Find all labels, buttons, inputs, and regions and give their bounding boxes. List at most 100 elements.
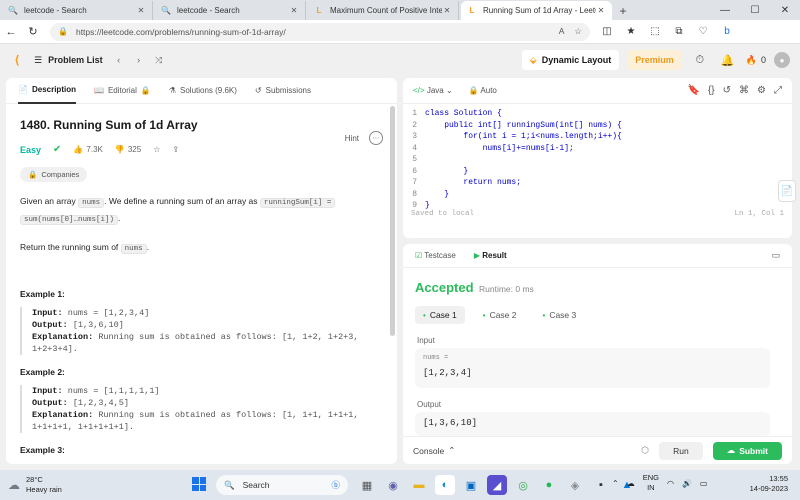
prev-problem-icon[interactable]: ‹ [111, 52, 127, 68]
browser-tab-4[interactable]: L Running Sum of 1d Array - LeetC ✕ [461, 1, 612, 20]
tab-submissions[interactable]: ↺ Submissions [255, 78, 311, 104]
url-bar[interactable]: 🔒 https://leetcode.com/problems/running-… [50, 22, 590, 41]
tab-solutions[interactable]: ⚗ Solutions (9.6K) [169, 78, 237, 104]
shuffle-icon[interactable]: ⤨ [151, 52, 167, 68]
back-icon[interactable]: ← [0, 21, 22, 43]
more-options-icon[interactable]: ⋯ [369, 131, 383, 145]
shortcut-icon[interactable]: ⌘ [739, 85, 749, 96]
close-window-icon[interactable]: ✕ [770, 0, 800, 20]
store-icon[interactable]: ▣ [461, 475, 481, 495]
sharex-icon[interactable]: ◈ [565, 475, 585, 495]
avatar[interactable]: ● [774, 52, 790, 68]
streak-count: 0 [760, 55, 766, 65]
windows-start-icon[interactable] [192, 477, 206, 491]
premium-button[interactable]: Premium [627, 50, 682, 70]
extensions-icon[interactable]: ⬚ [644, 21, 666, 43]
battery-icon[interactable]: ▭ [700, 479, 708, 488]
case-tab[interactable]: • Case 3 [535, 306, 585, 324]
new-tab-icon[interactable]: + [612, 1, 634, 20]
companies-tag[interactable]: 🔒 Companies [20, 167, 88, 182]
example-explanation-cont: 1+2+3+4]. [32, 344, 78, 354]
taskbar-search[interactable]: 🔍 Search ⓑ [216, 475, 348, 495]
result-status: Accepted [415, 280, 474, 295]
language-indicator[interactable]: ENG IN [643, 473, 659, 493]
reset-icon[interactable]: ↺ [723, 85, 731, 96]
leetcode-logo[interactable]: ⟨ [10, 53, 24, 67]
submit-button[interactable]: ☁ Submit [712, 441, 782, 460]
like-button[interactable]: 👍 7.3K [73, 145, 102, 154]
code-editor[interactable]: 1 class Solution { 2 public int[] running… [403, 104, 792, 220]
minimize-icon[interactable]: — [710, 0, 740, 20]
case-tab[interactable]: • Case 2 [475, 306, 525, 324]
tab-testcase[interactable]: ☑ Testcase [415, 251, 456, 260]
tab-result[interactable]: ▶ Result [474, 251, 507, 260]
thumbs-down-icon: 👎 [114, 145, 125, 154]
browser-tab-2[interactable]: 🔍 leetcode - Search ✕ [155, 1, 306, 20]
copilot-icon[interactable]: b [716, 21, 738, 43]
leetcode-icon: L [469, 6, 475, 15]
settings-icon[interactable]: ⚙ [757, 85, 766, 96]
wifi-icon[interactable]: ◠ [667, 479, 674, 488]
refresh-icon[interactable]: ↻ [22, 21, 44, 43]
share-icon[interactable]: ⇪ [172, 145, 179, 154]
close-tab-icon[interactable]: ✕ [289, 6, 299, 15]
chevron-up-icon[interactable]: ⌃ [612, 479, 619, 488]
split-screen-icon[interactable]: ◫ [596, 21, 618, 43]
terminal-icon[interactable]: ▪ [591, 475, 611, 495]
example-explanation: Running sum is obtained as follows: [1, … [98, 410, 359, 420]
auto-toggle[interactable]: 🔒 Auto [469, 86, 497, 95]
clock[interactable]: 13:55 14-09-2023 [750, 474, 788, 494]
browser-tab-3[interactable]: L Maximum Count of Positive Integ ✕ [308, 1, 459, 20]
hint-button[interactable]: Hint [345, 134, 359, 143]
tab-description[interactable]: 📄 Description [18, 78, 76, 104]
notifications-icon[interactable]: 🔔 [718, 50, 738, 70]
line-number: 1 [412, 109, 417, 118]
language-select[interactable]: </> Java ⌄ [413, 86, 453, 95]
lock-icon: 🔒 [468, 86, 479, 95]
search-icon: 🔍 [224, 479, 235, 490]
next-problem-icon[interactable]: › [131, 52, 147, 68]
favorite-star-icon[interactable]: ☆ [574, 26, 582, 37]
close-tab-icon[interactable]: ✕ [442, 6, 452, 15]
run-button[interactable]: Run [659, 441, 703, 460]
maximize-icon[interactable]: ☐ [740, 0, 770, 20]
file-explorer-icon[interactable]: ▬ [409, 475, 429, 495]
chrome-icon[interactable]: ◎ [513, 475, 533, 495]
dynamic-layout-button[interactable]: ⬙ Dynamic Layout [521, 50, 620, 70]
streak-counter[interactable]: 🔥 0 [746, 55, 766, 66]
line-number: 8 [412, 189, 417, 199]
upload-icon[interactable]: ⬡ [641, 445, 649, 456]
fullscreen-icon[interactable]: ⤢ [774, 85, 782, 96]
onedrive-icon[interactable]: ☁ [627, 479, 635, 488]
close-tab-icon[interactable]: ✕ [596, 6, 606, 15]
favorites-icon[interactable]: ★ [620, 21, 642, 43]
collections-icon[interactable]: ⧉ [668, 21, 690, 43]
tab-editorial[interactable]: 📖 Editorial 🔒 [94, 78, 151, 104]
weather-widget[interactable]: ☁ 28°C Heavy rain [8, 475, 62, 495]
cursor-position: Ln 1, Col 1 [734, 210, 784, 218]
widgets-icon[interactable]: ▦ [357, 475, 377, 495]
case-tab[interactable]: • Case 1 [415, 306, 465, 324]
star-icon[interactable]: ☆ [153, 145, 160, 154]
edge-icon[interactable]: ◐ [435, 475, 455, 495]
heart-icon[interactable]: ♡ [692, 21, 714, 43]
close-tab-icon[interactable]: ✕ [136, 6, 146, 15]
code-text: return nums; [425, 178, 522, 187]
console-toggle[interactable]: Console ⌃ [413, 445, 455, 456]
read-aloud-icon[interactable]: A [559, 26, 565, 37]
dislike-button[interactable]: 👎 325 [115, 145, 141, 154]
weather-condition: Heavy rain [26, 485, 62, 494]
problem-list-button[interactable]: ☰ Problem List [34, 55, 103, 66]
scrollbar[interactable] [390, 106, 395, 336]
bookmark-icon[interactable]: 🔖 [688, 85, 700, 96]
collapse-icon[interactable]: ▭ [771, 250, 780, 261]
spotify-icon[interactable]: ● [539, 475, 559, 495]
notes-icon[interactable]: 📄 [778, 180, 796, 202]
vscode-icon[interactable]: ◢ [487, 475, 507, 495]
volume-icon[interactable]: 🔊 [682, 479, 692, 488]
chevron-up-icon: ⌃ [448, 445, 456, 455]
browser-tab-1[interactable]: 🔍 leetcode - Search ✕ [2, 1, 153, 20]
braces-icon[interactable]: {} [708, 85, 715, 96]
teams-icon[interactable]: ◉ [383, 475, 403, 495]
timer-icon[interactable]: ⏱ [690, 50, 710, 70]
